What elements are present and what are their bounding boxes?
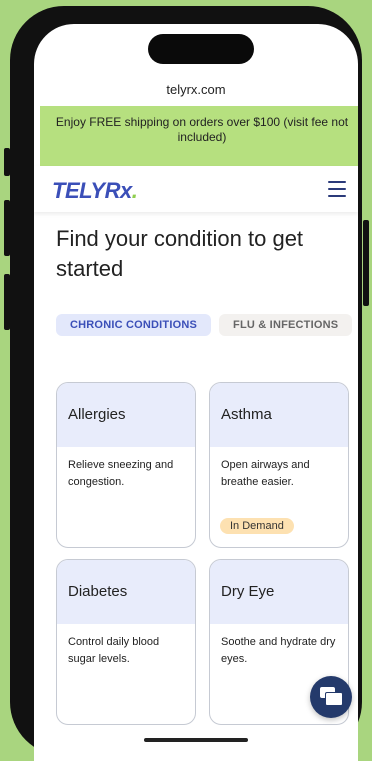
dynamic-island [148,34,254,64]
site-header: TELYRx. [34,166,358,212]
condition-card-diabetes[interactable]: Diabetes Control daily blood sugar level… [56,559,196,725]
card-title: Asthma [210,383,348,447]
shipping-banner: Enjoy FREE shipping on orders over $100 … [40,106,358,166]
card-description: Control daily blood sugar levels. [68,636,160,665]
condition-tabs: CHRONIC CONDITIONS FLU & INFECTIONS [56,314,358,336]
chat-bubbles-icon[interactable] [310,676,352,718]
condition-card-allergies[interactable]: Allergies Relieve sneezing and congestio… [56,382,196,548]
phone-power-button [363,220,369,306]
phone-frame: telyrx.com Enjoy FREE shipping on orders… [10,6,362,761]
tab-flu-infections[interactable]: FLU & INFECTIONS [219,314,353,336]
phone-mute-switch [4,148,10,176]
address-bar-url[interactable]: telyrx.com [34,82,358,97]
card-title: Allergies [57,383,195,447]
home-indicator[interactable] [144,738,248,742]
telyrx-logo[interactable]: TELYRx. [52,178,138,204]
card-title: Dry Eye [210,560,348,624]
in-demand-badge: In Demand [220,518,294,534]
phone-screen: telyrx.com Enjoy FREE shipping on orders… [34,24,358,761]
phone-volume-down-button [4,274,10,330]
condition-card-asthma[interactable]: Asthma Open airways and breathe easier. … [209,382,349,548]
card-description: Relieve sneezing and congestion. [68,459,174,488]
card-description: Soothe and hydrate dry eyes. [221,636,336,665]
tab-chronic-conditions[interactable]: CHRONIC CONDITIONS [56,314,212,336]
phone-volume-up-button [4,200,10,256]
hamburger-menu-icon[interactable] [328,181,346,197]
card-title: Diabetes [57,560,195,624]
page-title: Find your condition to get started [56,226,304,281]
card-description: Open airways and breathe easier. [221,459,310,488]
